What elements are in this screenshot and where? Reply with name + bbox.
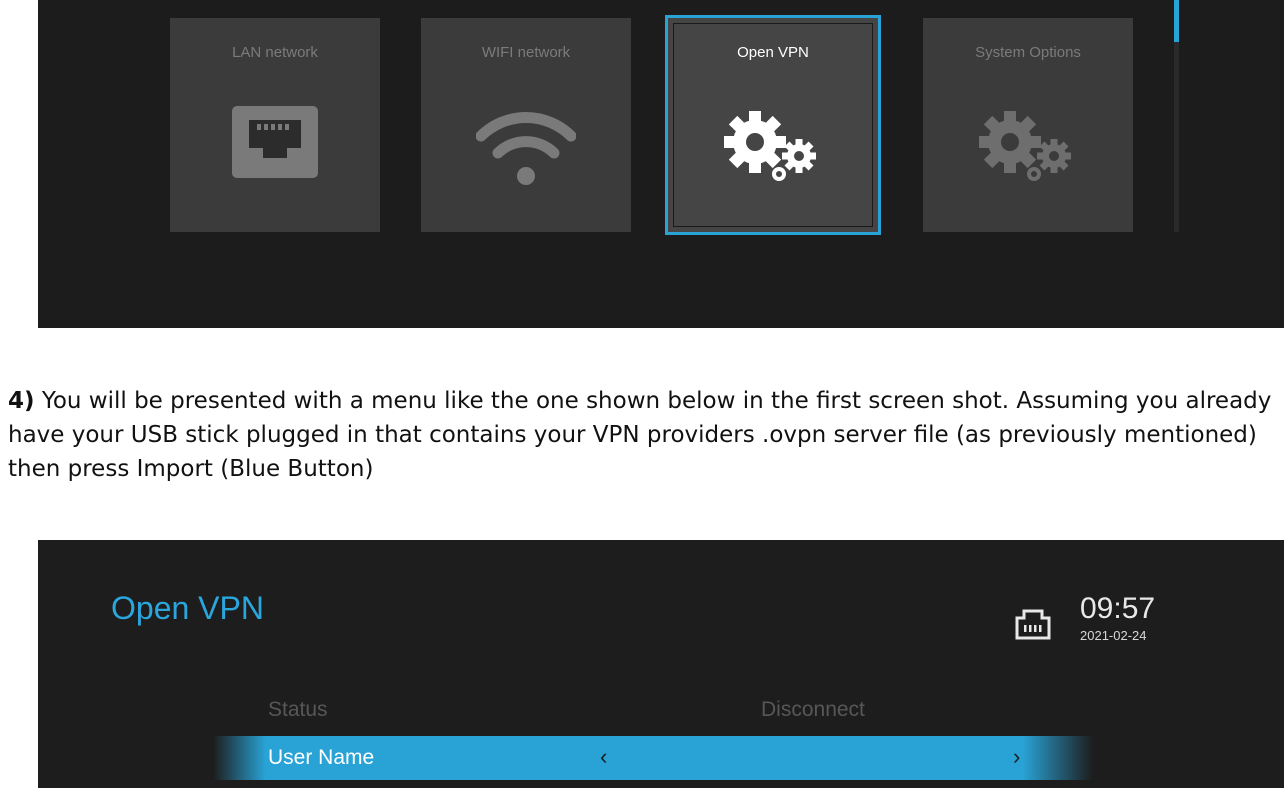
scrollbar-thumb[interactable] <box>1174 0 1179 42</box>
chevron-right-icon[interactable]: › <box>1013 744 1020 770</box>
status-label: Status <box>268 698 328 721</box>
step-number: 4) <box>8 388 35 414</box>
user-name-label: User Name <box>268 746 375 769</box>
gears-icon <box>968 106 1088 191</box>
clock-time: 09:57 <box>1080 592 1156 625</box>
tile-lan-network[interactable]: LAN network <box>170 18 380 232</box>
wifi-icon <box>475 106 577 191</box>
chevron-left-icon[interactable]: ‹ <box>600 744 607 770</box>
tile-label: WIFI network <box>481 44 571 61</box>
ethernet-port-icon <box>232 106 318 183</box>
network-status-icon <box>1014 608 1052 645</box>
instruction-text: You will be presented with a menu like t… <box>8 388 1272 482</box>
settings-screen: LAN network WIFI network Open VPN System… <box>38 0 1284 328</box>
tile-system-options[interactable]: System Options <box>923 18 1133 232</box>
clock-date: 2021-02-24 <box>1080 628 1147 643</box>
tile-label: System Options <box>975 44 1081 61</box>
instruction-paragraph: 4) You will be presented with a menu lik… <box>8 384 1278 486</box>
open-vpn-screen: Open VPN 09:57 2021-02-24 Status Disconn… <box>38 540 1284 788</box>
status-value: Disconnect <box>761 698 865 721</box>
page-title: Open VPN <box>111 590 264 626</box>
tile-wifi-network[interactable]: WIFI network <box>421 18 631 232</box>
tile-label: LAN network <box>232 44 318 61</box>
tile-label: Open VPN <box>737 44 809 61</box>
user-name-row[interactable]: User Name ‹ › <box>213 736 1093 780</box>
gears-icon <box>713 106 833 191</box>
tile-open-vpn[interactable]: Open VPN <box>665 15 881 235</box>
